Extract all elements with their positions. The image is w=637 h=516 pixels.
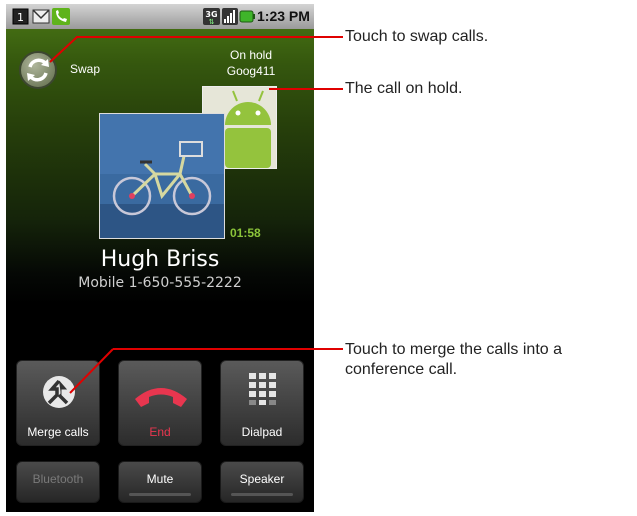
- swap-callout: Touch to swap calls.: [345, 28, 489, 45]
- hold-callout: The call on hold.: [345, 80, 463, 97]
- merge-callout: Touch to merge the calls into a conferen…: [345, 341, 563, 378]
- swap-callout-diagonal: [49, 36, 343, 394]
